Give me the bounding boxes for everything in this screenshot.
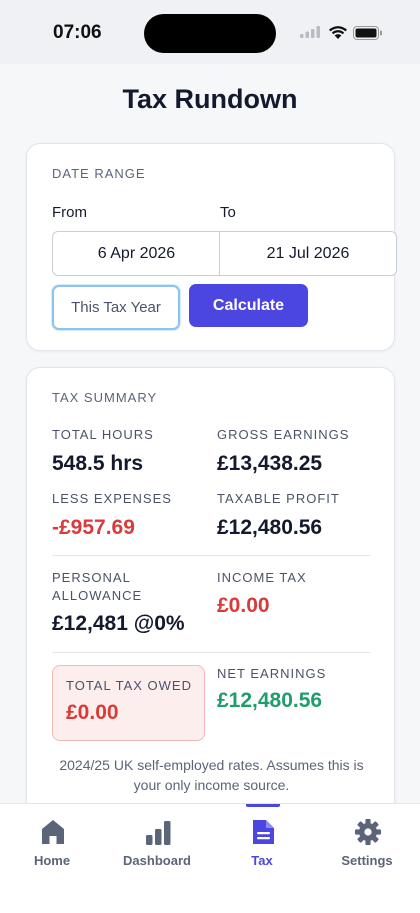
bar-chart-icon [146,821,171,845]
total-tax-owed-value: £0.00 [66,701,119,724]
income-tax-label: INCOME TAX [217,570,307,585]
gross-earnings-value: £13,438.25 [217,452,323,475]
total-hours-value: 548.5 hrs [52,452,144,475]
status-time: 07:06 [53,22,102,43]
rates-note: 2024/25 UK self-employed rates. Assumes … [47,755,376,795]
personal-allowance-value: £12,481 @0% [52,612,185,635]
gear-icon [355,819,381,845]
tab-settings[interactable]: Settings [322,804,412,884]
less-expenses-value: -£957.69 [52,516,135,539]
income-tax-value: £0.00 [217,594,270,617]
rates-note-line-1: 2024/25 UK self-employed rates. Assumes … [59,757,364,773]
tab-dashboard[interactable]: Dashboard [112,804,202,884]
from-label: From [52,204,87,221]
dynamic-island [144,14,276,53]
personal-allowance-label: PERSONAL ALLOWANCE [52,569,142,605]
to-label: To [220,204,236,221]
net-earnings-value: £12,480.56 [217,689,323,712]
status-bar: 07:06 [0,0,420,64]
battery-icon [353,26,382,40]
total-tax-owed-box: TOTAL TAX OWED £0.00 [52,665,205,741]
tab-tax-label: Tax [251,853,273,868]
personal-allowance-label-line-1: PERSONAL [52,570,131,585]
from-date-field[interactable]: 6 Apr 2026 [52,231,221,276]
tax-summary-heading: TAX SUMMARY [52,390,158,405]
document-icon [253,820,274,844]
tab-settings-label: Settings [341,853,393,868]
total-tax-owed-label: TOTAL TAX OWED [66,678,192,693]
tab-bar: Home Dashboard Tax Settings [0,803,420,913]
home-icon [42,820,64,844]
page-title: Tax Rundown [122,84,298,114]
date-range-heading: DATE RANGE [52,166,146,181]
to-date-field[interactable]: 21 Jul 2026 [219,231,397,276]
less-expenses-label: LESS EXPENSES [52,491,172,506]
this-tax-year-button[interactable]: This Tax Year [52,285,180,330]
tax-summary-card: TAX SUMMARY TOTAL HOURS 548.5 hrs GROSS … [26,367,395,827]
tab-home[interactable]: Home [7,804,97,884]
tab-tax[interactable]: Tax [217,804,307,884]
tab-dashboard-label: Dashboard [123,853,191,868]
wifi-icon [329,26,347,39]
net-earnings-label: NET EARNINGS [217,666,327,681]
taxable-profit-value: £12,480.56 [217,516,323,539]
total-hours-label: TOTAL HOURS [52,427,154,442]
gross-earnings-label: GROSS EARNINGS [217,427,350,442]
cellular-signal-icon [300,26,320,38]
taxable-profit-label: TAXABLE PROFIT [217,491,340,506]
tab-home-label: Home [33,853,71,868]
divider [52,555,370,556]
calculate-button[interactable]: Calculate [189,284,308,327]
date-range-card: DATE RANGE From To 6 Apr 2026 21 Jul 202… [26,143,397,351]
rates-note-line-2: your only income source. [133,777,290,793]
divider [52,652,370,653]
personal-allowance-label-line-2: ALLOWANCE [52,588,143,603]
